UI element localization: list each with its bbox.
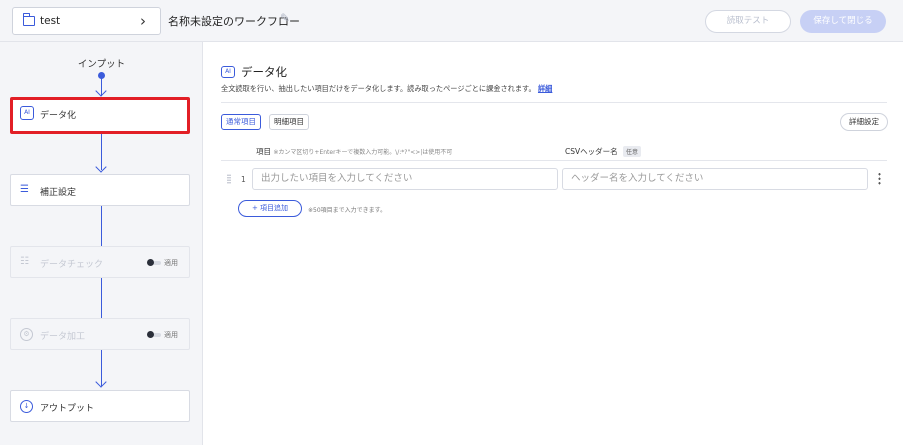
folder-selector[interactable]: test › <box>12 7 161 35</box>
flow-node-data-check[interactable]: ☷ データチェック 適用 <box>10 246 190 278</box>
csv-header-input[interactable]: ヘッダー名を入力してください <box>562 168 868 190</box>
chevron-right-icon: › <box>140 12 146 30</box>
add-item-note: ※50項目まで入力できます。 <box>308 207 387 214</box>
flow-node-data-processing[interactable]: ⚙ データ加工 適用 <box>10 318 190 350</box>
item-column-label: 項目 <box>256 147 271 156</box>
description-text: 全文読取を行い、抽出したい項目だけをデータ化します。読み取ったページごとに課金さ… <box>221 84 536 93</box>
apply-toggle[interactable] <box>147 331 161 338</box>
node-label: 補正設定 <box>40 188 77 198</box>
page-title: データ化 <box>241 65 287 79</box>
more-options-icon[interactable] <box>878 172 881 185</box>
checklist-icon: ☷ <box>20 256 29 267</box>
flow-node-data-extraction[interactable]: AI データ化 <box>10 97 190 134</box>
input-label: インプット <box>77 59 126 70</box>
folder-name: test <box>40 15 61 27</box>
read-test-button[interactable]: 読取テスト <box>705 10 791 33</box>
divider <box>221 102 887 103</box>
detail-link[interactable]: 詳細 <box>538 84 552 93</box>
flow-node-correction[interactable]: ☰ 補正設定 <box>10 174 190 206</box>
apply-toggle[interactable] <box>147 259 161 266</box>
optional-badge: 任意 <box>623 146 642 157</box>
node-label: データチェック <box>40 260 104 270</box>
item-name-input[interactable]: 出力したい項目を入力してください <box>252 168 558 190</box>
row-number: 1 <box>241 175 246 184</box>
tab-normal-items[interactable]: 通常項目 <box>221 114 261 130</box>
process-icon: ⚙ <box>20 328 33 341</box>
ai-icon: AI <box>221 66 235 78</box>
add-item-button[interactable]: + 項目追加 <box>238 200 302 217</box>
page-description: 全文読取を行い、抽出したい項目だけをデータ化します。読み取ったページごとに課金さ… <box>221 84 552 94</box>
edit-icon[interactable]: ✎ <box>280 11 290 25</box>
csv-column-header: CSVヘッダー名 任意 <box>565 146 642 157</box>
correction-icon: ☰ <box>20 184 29 195</box>
item-column-header: 項目 ※カンマ区切り+Enterキーで複数入力可能。\/:*?"<>|は使用不可 <box>256 146 452 157</box>
node-label: データ加工 <box>40 332 86 342</box>
drag-handle-icon[interactable] <box>227 174 231 184</box>
csv-column-label: CSVヘッダー名 <box>565 147 618 156</box>
tab-detail-items[interactable]: 明細項目 <box>269 114 309 130</box>
detail-settings-button[interactable]: 詳細設定 <box>840 113 888 131</box>
node-label: アウトプット <box>40 404 95 414</box>
flow-connector <box>101 206 102 386</box>
ai-icon: AI <box>20 106 34 120</box>
save-close-button[interactable]: 保存して閉じる <box>800 10 886 33</box>
node-label: データ化 <box>40 111 77 121</box>
flow-node-output[interactable]: ↓ アウトプット <box>10 390 190 422</box>
folder-icon <box>22 13 35 26</box>
toggle-label: 適用 <box>164 331 178 339</box>
output-icon: ↓ <box>20 400 33 413</box>
divider <box>221 160 887 161</box>
toggle-label: 適用 <box>164 259 178 267</box>
top-bar: test › 名称未設定のワークフロー ✎ 読取テスト 保存して閉じる <box>0 0 903 42</box>
item-column-note: ※カンマ区切り+Enterキーで複数入力可能。\/:*?"<>|は使用不可 <box>273 149 453 156</box>
